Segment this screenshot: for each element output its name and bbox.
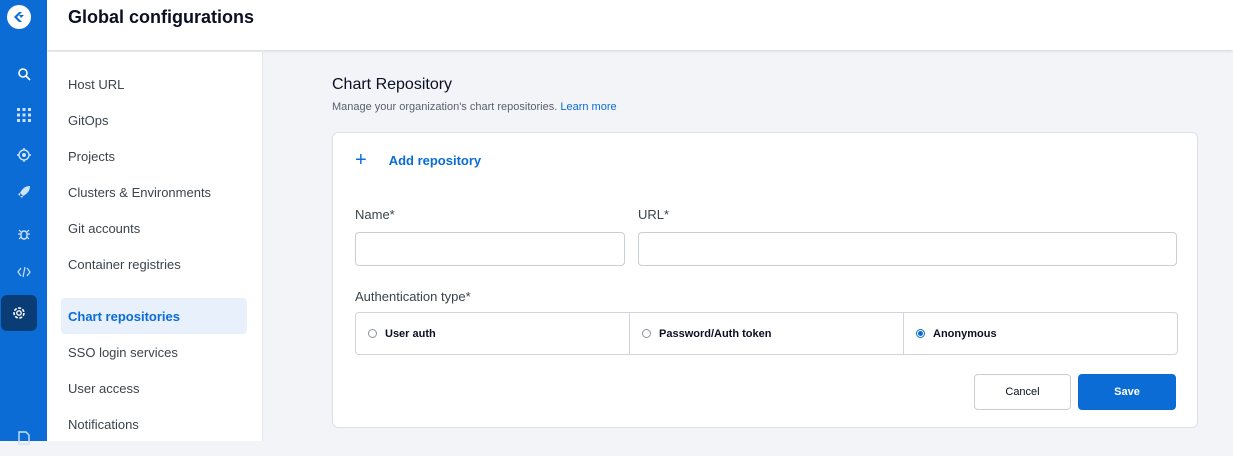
name-input[interactable] — [355, 232, 625, 266]
add-repository-label: Add repository — [388, 152, 482, 168]
auth-option-label: Anonymous — [933, 327, 997, 340]
auth-option-password-token[interactable]: Password/Auth token — [630, 313, 904, 354]
cancel-button[interactable]: Cancel — [974, 374, 1071, 410]
auth-option-label: User auth — [385, 327, 436, 340]
sidebar-item-container-registries[interactable]: Container registries — [61, 246, 247, 282]
save-button[interactable]: Save — [1078, 374, 1176, 410]
name-label: Name* — [355, 207, 395, 222]
sidebar-item-sso-login-services[interactable]: SSO login services — [61, 334, 247, 370]
auth-option-anonymous[interactable]: Anonymous — [904, 313, 1177, 354]
section-subtitle-text: Manage your organization's chart reposit… — [332, 101, 558, 113]
sidebar-item-host-url[interactable]: Host URL — [61, 66, 247, 102]
sidebar-item-notifications[interactable]: Notifications — [61, 406, 247, 442]
auth-option-user-auth[interactable]: User auth — [356, 313, 630, 354]
auth-option-label: Password/Auth token — [659, 327, 772, 340]
sidebar-item-clusters-environments[interactable]: Clusters & Environments — [61, 174, 247, 210]
search-icon[interactable] — [0, 56, 47, 92]
url-input[interactable] — [638, 232, 1177, 266]
repository-form-card: + Add repository Name* URL* Authenticati… — [332, 132, 1198, 428]
plus-icon: + — [355, 149, 367, 171]
section-subtitle: Manage your organization's chart reposit… — [332, 101, 617, 113]
sidebar-item-chart-repositories[interactable]: Chart repositories — [61, 298, 247, 334]
sidebar-item-projects[interactable]: Projects — [61, 138, 247, 174]
radio-unchecked-icon — [642, 329, 651, 338]
document-icon[interactable] — [0, 420, 47, 456]
apps-grid-icon[interactable] — [0, 97, 47, 133]
add-repository-button[interactable]: + Add repository — [355, 150, 481, 170]
settings-sidebar: Host URL GitOps Projects Clusters & Envi… — [47, 52, 263, 441]
top-bar: Global configurations — [47, 0, 1233, 50]
sidebar-item-git-accounts[interactable]: Git accounts — [61, 210, 247, 246]
radio-checked-icon — [916, 329, 925, 338]
auth-type-label: Authentication type* — [355, 289, 471, 304]
gear-icon[interactable] — [1, 295, 37, 331]
rocket-icon[interactable] — [0, 174, 47, 210]
url-label: URL* — [638, 207, 670, 222]
auth-type-radio-group: User auth Password/Auth token Anonymous — [355, 312, 1178, 355]
code-icon[interactable] — [0, 254, 47, 290]
radio-unchecked-icon — [368, 329, 377, 338]
icon-rail — [0, 0, 47, 445]
sidebar-item-gitops[interactable]: GitOps — [61, 102, 247, 138]
learn-more-link[interactable]: Learn more — [560, 101, 616, 113]
logo-icon[interactable] — [7, 5, 31, 29]
page-title: Global configurations — [68, 7, 255, 27]
section-title: Chart Repository — [332, 76, 453, 93]
bug-icon[interactable] — [0, 216, 47, 252]
bug-gear-icon[interactable] — [0, 137, 47, 173]
sidebar-item-user-access[interactable]: User access — [61, 370, 247, 406]
